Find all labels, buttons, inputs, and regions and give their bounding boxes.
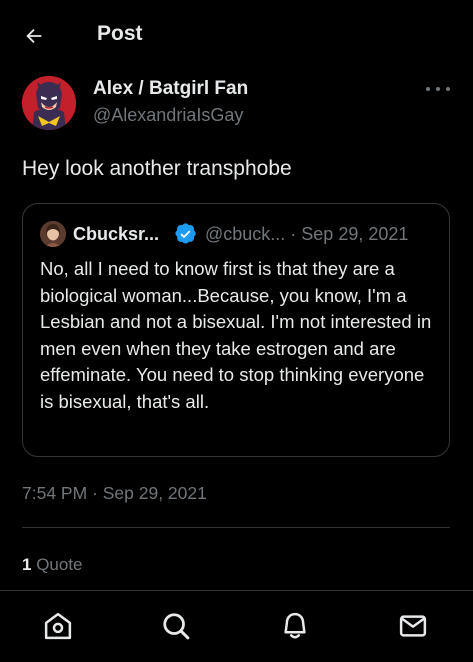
quoted-tweet-text: No, all I need to know first is that the… [40,258,432,412]
divider [22,527,450,528]
quote-count: 1 [22,555,32,574]
arrow-left-icon [26,28,42,44]
quoted-avatar [40,221,66,247]
quoted-handle-and-date: @cbuck... · Sep 29, 2021 [205,224,409,244]
home-icon [44,612,72,640]
author-display-name[interactable]: Alex / Batgirl Fan [93,78,248,100]
quote-count-link[interactable]: 1 Quote [22,555,83,575]
messages-envelope-icon [399,615,427,637]
tweet-text: Hey look another transphobe [22,157,292,180]
nav-search-button[interactable] [159,609,193,643]
top-header: Post [0,0,473,70]
more-options-button[interactable] [426,82,450,96]
tweet-author: Alex / Batgirl Fan @AlexandriaIsGay [22,76,452,130]
dot-icon [446,87,450,91]
verified-badge-icon [175,223,196,244]
nav-messages-button[interactable] [396,609,430,643]
author-handle[interactable]: @AlexandriaIsGay [93,105,243,126]
bottom-navigation [0,590,473,662]
quote-label: Quote [36,555,83,574]
batgirl-avatar-icon [22,76,76,130]
avatar[interactable] [22,76,76,130]
back-button[interactable] [20,22,48,50]
dot-icon [426,87,430,91]
nav-home-button[interactable] [41,609,75,643]
notifications-bell-icon [284,612,306,639]
profile-photo-icon [40,221,66,247]
quoted-tweet-card[interactable]: Cbucksr... @cbuck... · Sep 29, 2021 No, … [22,203,450,457]
dot-icon [436,87,440,91]
tweet-timestamp[interactable]: 7:54 PM · Sep 29, 2021 [22,483,207,504]
nav-notifications-button[interactable] [278,609,312,643]
quoted-display-name: Cbucksr... [73,224,160,244]
search-icon [163,613,190,640]
page-title: Post [97,22,143,45]
